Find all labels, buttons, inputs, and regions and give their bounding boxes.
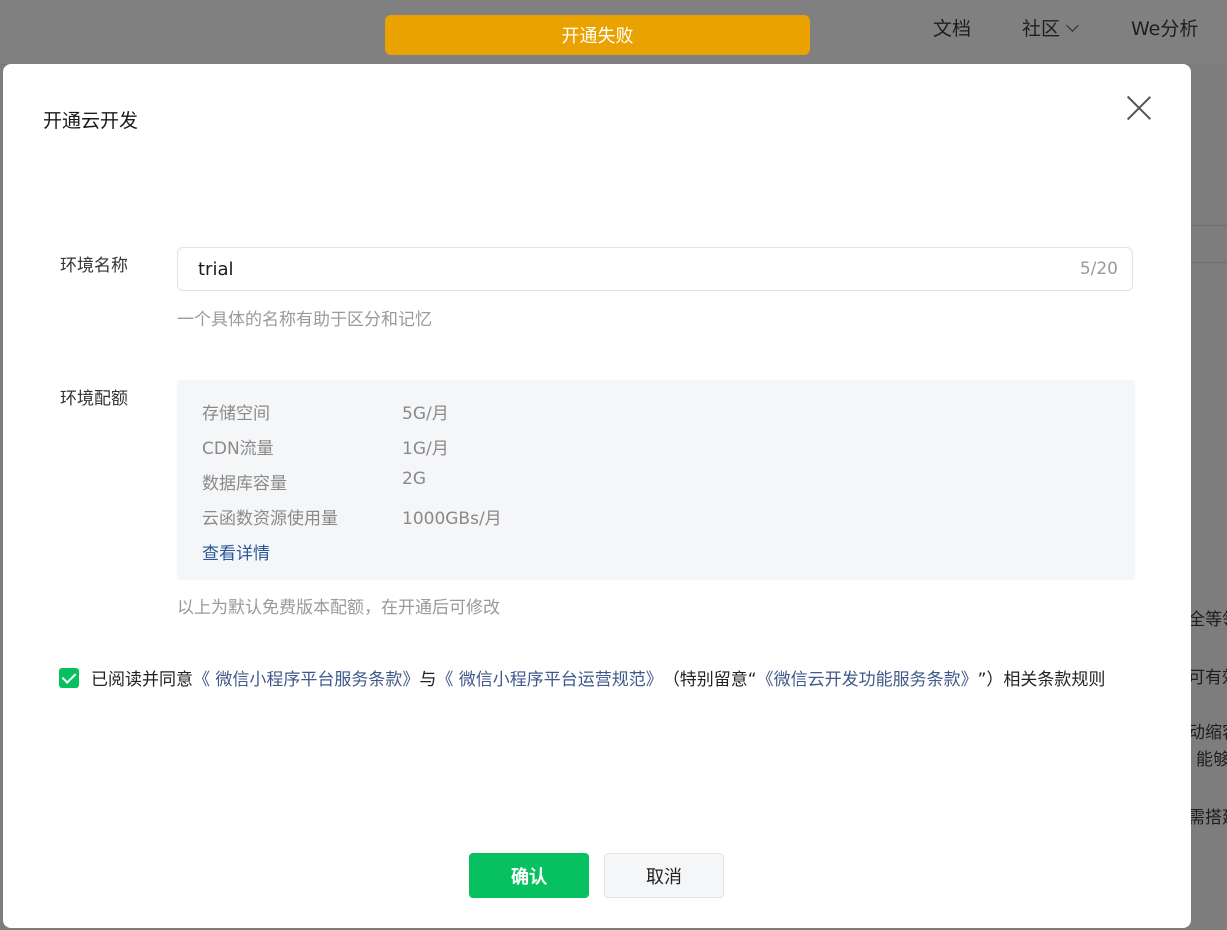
background-divider (1190, 225, 1227, 226)
agreement-row: 已阅读并同意 《 微信小程序平台服务条款》 与 《 微信小程序平台运营规范》 （… (59, 665, 1105, 690)
quota-key: 云函数资源使用量 (202, 509, 338, 529)
confirm-button[interactable]: 确认 (469, 853, 589, 898)
quota-row: 云函数资源使用量 1000GBs/月 (202, 504, 502, 529)
quota-row: CDN流量 1G/月 (202, 434, 449, 459)
chevron-down-icon (1066, 19, 1079, 32)
background-text: 动缩容 (1188, 723, 1227, 743)
agreement-suffix: ”）相关条款规则 (977, 670, 1106, 690)
background-text: 可有效 (1188, 668, 1227, 688)
env-name-label: 环境名称 (60, 256, 128, 276)
quota-panel: 存储空间 5G/月 CDN流量 1G/月 数据库容量 2G 云函数资源使用量 1… (177, 380, 1135, 580)
char-counter: 5/20 (1079, 259, 1118, 279)
agree-checkbox[interactable] (59, 667, 79, 688)
quota-key: 数据库容量 (202, 474, 287, 494)
quota-key: CDN流量 (202, 439, 274, 459)
quota-value: 1000GBs/月 (402, 509, 502, 529)
env-name-hint: 一个具体的名称有助于区分和记忆 (177, 310, 432, 330)
close-icon[interactable] (1125, 94, 1153, 122)
nav-community-label: 社区 (1022, 18, 1061, 40)
error-toast: 开通失败 (385, 15, 810, 55)
background-panel (1190, 64, 1227, 930)
agreement-prefix: 已阅读并同意 (91, 670, 193, 690)
dialog-title: 开通云开发 (43, 110, 139, 132)
background-divider (1190, 262, 1227, 263)
quota-key: 存储空间 (202, 404, 270, 424)
nav-community[interactable]: 社区 (1022, 14, 1079, 41)
quota-value: 5G/月 (402, 404, 449, 424)
background-text: 能够 (1196, 750, 1227, 770)
cancel-button[interactable]: 取消 (604, 853, 724, 898)
view-details-link[interactable]: 查看详情 (202, 539, 270, 564)
nav-we-analytics[interactable]: We分析 (1131, 14, 1198, 41)
background-text: 需搭建 (1188, 808, 1227, 828)
quota-row: 数据库容量 2G (202, 469, 426, 494)
agreement-note: （特别留意“ (662, 670, 757, 690)
agreement-mid: 与 (419, 670, 437, 690)
quota-value: 2G (402, 469, 426, 489)
env-name-input[interactable]: trial 5/20 (177, 247, 1133, 291)
cloud-terms-link[interactable]: 《微信云开发功能服务条款》 (757, 665, 978, 690)
quota-row: 存储空间 5G/月 (202, 399, 449, 424)
operation-rules-link[interactable]: 《 微信小程序平台运营规范》 (436, 665, 662, 690)
env-name-value: trial (198, 258, 234, 280)
quota-hint: 以上为默认免费版本配额，在开通后可修改 (177, 598, 500, 618)
activate-cloud-dialog: 开通云开发 环境名称 trial 5/20 一个具体的名称有助于区分和记忆 环境… (3, 64, 1191, 928)
service-terms-link[interactable]: 《 微信小程序平台服务条款》 (193, 665, 419, 690)
quota-value: 1G/月 (402, 439, 449, 459)
background-text: 全等领 (1188, 610, 1227, 630)
nav-docs[interactable]: 文档 (933, 14, 971, 41)
env-quota-label: 环境配额 (60, 389, 128, 409)
